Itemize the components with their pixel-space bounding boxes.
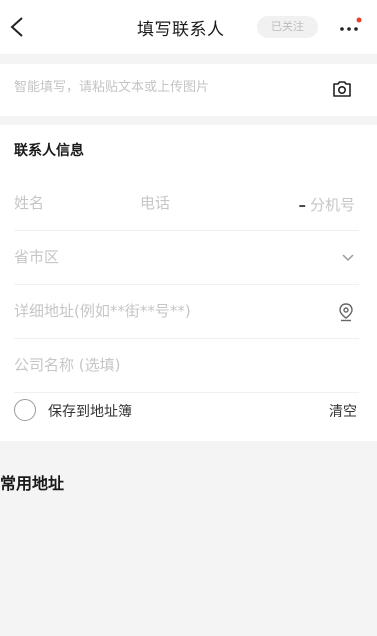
clear-button[interactable]: 清空	[329, 401, 357, 421]
common-address-title: 常用地址	[0, 474, 65, 493]
chevron-down-icon[interactable]	[341, 251, 355, 265]
extension-label: 分机号	[309, 196, 355, 214]
page-title: 填写联系人	[137, 20, 225, 40]
extension-dash: –	[298, 196, 306, 214]
company-row	[14, 339, 359, 393]
smart-fill-card	[0, 64, 377, 116]
back-icon[interactable]	[6, 13, 30, 41]
region-row[interactable]	[14, 231, 359, 285]
region-select[interactable]	[14, 248, 264, 266]
location-pin-icon[interactable]	[337, 302, 355, 322]
company-input[interactable]	[14, 356, 304, 374]
notification-dot-icon	[356, 17, 362, 23]
phone-input[interactable]	[140, 194, 260, 212]
section-title: 联系人信息	[14, 143, 84, 159]
save-to-address-book-row: 保存到地址簿 清空	[14, 397, 359, 427]
extension-input[interactable]: – 分机号	[298, 194, 355, 215]
name-phone-row: –分机号	[14, 177, 359, 231]
name-input[interactable]	[14, 194, 124, 212]
address-row	[14, 285, 359, 339]
contact-info-card: 联系人信息 –分机号 保存到地址簿 清空	[0, 125, 377, 441]
top-navigation-bar: 填写联系人 已关注	[0, 0, 377, 54]
more-icon[interactable]	[337, 14, 363, 40]
save-radio[interactable]	[14, 399, 36, 421]
save-label[interactable]: 保存到地址簿	[48, 401, 132, 421]
camera-icon[interactable]	[330, 77, 354, 101]
address-input[interactable]	[14, 302, 304, 320]
smart-fill-input[interactable]	[14, 80, 314, 95]
follow-badge[interactable]: 已关注	[257, 16, 318, 38]
